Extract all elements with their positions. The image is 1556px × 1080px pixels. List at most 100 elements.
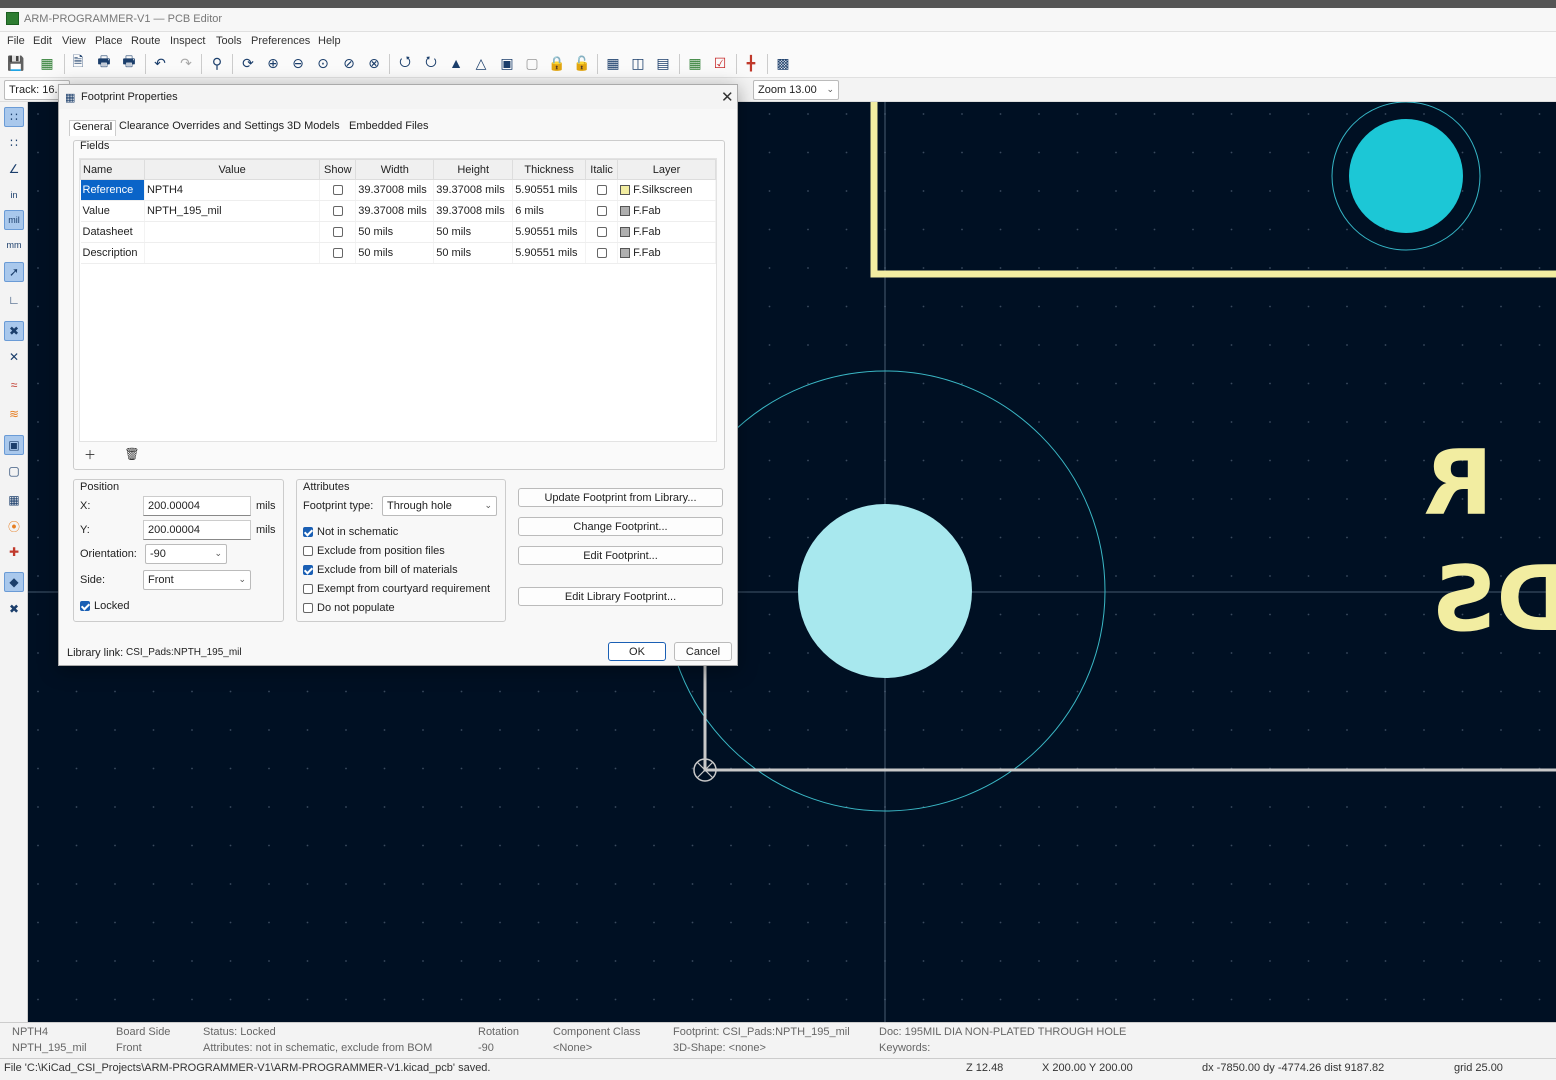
- field-height-cell[interactable]: 39.37008 mils: [433, 200, 514, 222]
- tab-embedded-files[interactable]: Embedded Files: [346, 120, 432, 136]
- menu-view[interactable]: View: [62, 35, 86, 47]
- orientation-select[interactable]: -90 ⌄: [145, 544, 227, 564]
- checkbox-unchecked-icon[interactable]: [332, 227, 343, 238]
- field-height-cell[interactable]: 39.37008 mils: [433, 179, 514, 201]
- tab-clearance-overrides[interactable]: Clearance Overrides and Settings: [116, 120, 287, 136]
- board-setup-icon[interactable]: ▦: [37, 53, 57, 73]
- route-icon[interactable]: ╋: [741, 53, 761, 73]
- grid-overrides-icon[interactable]: ∷: [4, 133, 24, 153]
- zoom-selection-icon[interactable]: ⊗: [364, 53, 384, 73]
- field-thickness-cell[interactable]: 5.90551 mils: [512, 179, 587, 201]
- print-icon[interactable]: 🖶: [94, 53, 114, 73]
- menu-place[interactable]: Place: [95, 35, 123, 47]
- refresh-icon[interactable]: ⟳: [238, 53, 258, 73]
- lock-icon[interactable]: 🔒: [547, 53, 567, 73]
- checkbox-unchecked-icon[interactable]: [596, 185, 607, 196]
- field-width-cell[interactable]: 39.37008 mils: [355, 179, 435, 201]
- field-value-cell[interactable]: [144, 242, 321, 264]
- y-input[interactable]: 200.00004: [143, 520, 251, 540]
- footprint-type-select[interactable]: Through hole ⌄: [382, 496, 497, 516]
- field-layer-cell[interactable]: F.Fab: [617, 242, 716, 264]
- undo-icon[interactable]: ↶: [150, 53, 170, 73]
- net-colors-icon[interactable]: ⦿: [4, 516, 24, 536]
- field-show-cell[interactable]: [319, 242, 357, 264]
- checkbox-unchecked-icon[interactable]: [332, 206, 343, 217]
- mirror-icon[interactable]: △: [471, 53, 491, 73]
- unlock-icon[interactable]: 🔓: [572, 53, 592, 73]
- units-mil-icon[interactable]: mil: [4, 210, 24, 230]
- field-name-cell[interactable]: Datasheet: [80, 221, 145, 243]
- table-row[interactable]: Datasheet 50 mils 50 mils 5.90551 mils F.Fab: [80, 221, 716, 243]
- group-icon[interactable]: ▣: [497, 53, 517, 73]
- field-thickness-cell[interactable]: 6 mils: [512, 200, 587, 222]
- field-thickness-cell[interactable]: 5.90551 mils: [512, 242, 587, 264]
- zoom-fit-icon[interactable]: ⊙: [313, 53, 333, 73]
- field-layer-cell[interactable]: F.Silkscreen: [617, 179, 716, 201]
- field-show-cell[interactable]: [319, 221, 357, 243]
- ratsnest-icon[interactable]: ✖: [4, 321, 24, 341]
- checkbox-unchecked-icon[interactable]: [596, 248, 607, 259]
- footprint-library-icon[interactable]: ◫: [628, 53, 648, 73]
- tab-general[interactable]: General: [69, 120, 117, 136]
- field-italic-cell[interactable]: [585, 242, 619, 264]
- exclude-position-checkbox[interactable]: Exclude from position files: [303, 545, 445, 557]
- exempt-courtyard-checkbox[interactable]: Exempt from courtyard requirement: [303, 583, 490, 595]
- drc-icon[interactable]: ☑: [710, 53, 730, 73]
- edit-footprint-button[interactable]: Edit Footprint...: [518, 546, 723, 565]
- field-italic-cell[interactable]: [585, 221, 619, 243]
- layer-mode-icon[interactable]: ◆: [4, 572, 24, 592]
- rotate-cw-icon[interactable]: ⭮: [421, 53, 441, 73]
- field-height-cell[interactable]: 50 mils: [433, 221, 514, 243]
- show-tracks-icon[interactable]: ≈: [4, 375, 24, 395]
- table-row[interactable]: Value NPTH_195_mil 39.37008 mils 39.37008 m…: [80, 200, 716, 222]
- checkbox-unchecked-icon[interactable]: [596, 206, 607, 217]
- pad-numbers-icon[interactable]: ▦: [4, 490, 24, 510]
- tools-icon[interactable]: ✖: [4, 599, 24, 619]
- field-value-cell[interactable]: NPTH_195_mil: [144, 200, 321, 222]
- checkbox-unchecked-icon[interactable]: [332, 248, 343, 259]
- field-width-cell[interactable]: 50 mils: [355, 221, 435, 243]
- update-footprint-button[interactable]: Update Footprint from Library...: [518, 488, 723, 507]
- field-name-cell[interactable]: Description: [80, 242, 145, 264]
- grid-dots-icon[interactable]: ∷: [4, 107, 24, 127]
- zoom-select[interactable]: Zoom 13.00 ⌄: [753, 80, 839, 100]
- add-field-icon[interactable]: ＋: [81, 446, 99, 462]
- table-row[interactable]: Reference NPTH4 39.37008 mils 39.37008 mils…: [80, 179, 716, 201]
- table-row[interactable]: Description 50 mils 50 mils 5.90551 mils F.F…: [80, 242, 716, 264]
- redo-icon[interactable]: ↷: [176, 53, 196, 73]
- show-zones-icon[interactable]: ▣: [4, 435, 24, 455]
- measure-icon[interactable]: ∟: [4, 290, 24, 310]
- ungroup-icon[interactable]: ▢: [522, 53, 542, 73]
- menu-inspect[interactable]: Inspect: [170, 35, 205, 47]
- menu-help[interactable]: Help: [318, 35, 341, 47]
- menu-tools[interactable]: Tools: [216, 35, 242, 47]
- scripting-console-icon[interactable]: ▩: [773, 53, 793, 73]
- field-value-cell[interactable]: [144, 221, 321, 243]
- zoom-objects-icon[interactable]: ⊘: [339, 53, 359, 73]
- field-show-cell[interactable]: [319, 179, 357, 201]
- save-icon[interactable]: 💾: [6, 53, 26, 73]
- find-icon[interactable]: ⚲: [207, 53, 227, 73]
- crosshair-icon[interactable]: ✚: [4, 542, 24, 562]
- delete-field-icon[interactable]: 🗑: [123, 446, 141, 462]
- field-layer-cell[interactable]: F.Fab: [617, 221, 716, 243]
- field-width-cell[interactable]: 39.37008 mils: [355, 200, 435, 222]
- field-height-cell[interactable]: 50 mils: [433, 242, 514, 264]
- plot-icon[interactable]: 🖶: [119, 53, 139, 73]
- field-show-cell[interactable]: [319, 200, 357, 222]
- flip-icon[interactable]: ▲: [446, 53, 466, 73]
- page-setup-icon[interactable]: 🗎: [68, 53, 88, 73]
- field-thickness-cell[interactable]: 5.90551 mils: [512, 221, 587, 243]
- close-icon[interactable]: ✕: [721, 88, 734, 106]
- edit-library-footprint-button[interactable]: Edit Library Footprint...: [518, 587, 723, 606]
- field-layer-cell[interactable]: F.Fab: [617, 200, 716, 222]
- checkbox-unchecked-icon[interactable]: [596, 227, 607, 238]
- zoom-in-icon[interactable]: ⊕: [263, 53, 283, 73]
- field-name-cell[interactable]: Reference: [80, 179, 145, 201]
- field-value-cell[interactable]: NPTH4: [144, 179, 321, 201]
- show-vias-icon[interactable]: ≋: [4, 404, 24, 424]
- curved-ratsnest-icon[interactable]: ✕: [4, 347, 24, 367]
- checkbox-unchecked-icon[interactable]: [332, 185, 343, 196]
- change-footprint-button[interactable]: Change Footprint...: [518, 517, 723, 536]
- exclude-bom-checkbox[interactable]: Exclude from bill of materials: [303, 564, 458, 576]
